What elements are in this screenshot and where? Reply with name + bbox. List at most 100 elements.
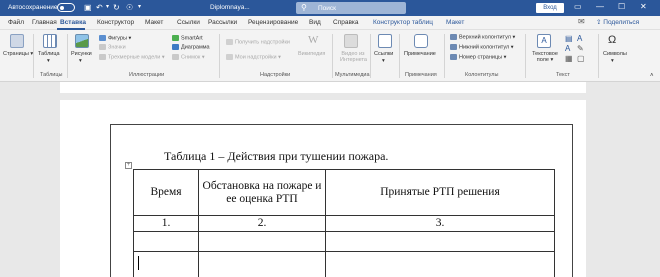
table-move-handle-icon[interactable]: +	[125, 162, 132, 169]
search-box[interactable]: ⚲ Поиск	[296, 2, 406, 14]
wikipedia-button[interactable]: Википедия	[298, 51, 325, 57]
smartart-button[interactable]: SmartArt	[172, 35, 203, 41]
shapes-label: Фигуры	[108, 35, 127, 42]
signature-line-icon[interactable]: ✎	[577, 44, 584, 53]
tab-table-design[interactable]: Конструктор таблиц	[373, 19, 433, 26]
number-cell-1[interactable]: 1.	[133, 215, 199, 232]
table-dropdown-icon[interactable]: ▾	[47, 58, 50, 64]
share-button[interactable]: ⇪ Поделиться	[596, 18, 639, 26]
undo-icon[interactable]: ↶	[96, 2, 103, 13]
tab-home[interactable]: Главная	[32, 19, 57, 26]
wordart-icon[interactable]: A	[577, 34, 582, 43]
chart-button[interactable]: Диаграмма	[172, 44, 210, 50]
object-icon[interactable]: ▢	[577, 54, 585, 63]
online-video-button[interactable]: Видео из Интернета	[340, 51, 367, 63]
table-button[interactable]: Таблица	[38, 51, 60, 57]
page-number-button[interactable]: Номер страницы ▾	[450, 54, 506, 60]
links-icon	[378, 34, 392, 48]
maximize-icon[interactable]: ☐	[618, 2, 625, 11]
header-cell-situation[interactable]: Обстановка на пожаре и ее оценка РТП	[198, 169, 326, 216]
3d-models-button[interactable]: Трехмерные модели ▾	[99, 54, 165, 60]
icons-button[interactable]: Значки	[99, 44, 126, 50]
symbols-dropdown-icon[interactable]: ▾	[611, 58, 614, 64]
smartart-icon	[172, 35, 179, 41]
header-cell-time[interactable]: Время	[133, 169, 199, 216]
pictures-dropdown-icon[interactable]: ▾	[79, 58, 82, 64]
tab-layout[interactable]: Макет	[145, 19, 163, 26]
textbox-label: Текстовое поле	[532, 51, 558, 63]
footer-button[interactable]: Нижний колонтитул ▾	[450, 44, 514, 50]
minimize-icon[interactable]: —	[596, 2, 604, 11]
wikipedia-label: Википедия	[298, 51, 326, 57]
customize-qat-icon[interactable]: ▾	[138, 2, 141, 13]
tab-mailings[interactable]: Рассылки	[208, 19, 237, 26]
number-cell-2[interactable]: 2.	[198, 215, 326, 232]
separator	[332, 34, 333, 78]
header-cell-decisions[interactable]: Принятые РТП решения	[325, 169, 555, 216]
textbox-button[interactable]: Текстовое поле ▾	[530, 51, 560, 63]
header-label: Верхний колонтитул	[459, 34, 511, 41]
number-cell-3[interactable]: 3.	[325, 215, 555, 232]
tab-insert[interactable]: Вставка	[60, 19, 86, 26]
footer-icon	[450, 44, 457, 50]
pictures-button[interactable]: Рисунки	[71, 51, 92, 57]
table-cell[interactable]	[133, 251, 199, 277]
separator	[399, 34, 400, 78]
tab-review[interactable]: Рецензирование	[248, 19, 298, 26]
table-cell[interactable]	[198, 231, 326, 252]
links-button[interactable]: Ссылки	[374, 51, 393, 57]
header-button[interactable]: Верхний колонтитул ▾	[450, 34, 515, 40]
table-caption[interactable]: Таблица 1 – Действия при тушении пожара.	[164, 149, 388, 164]
tab-design[interactable]: Конструктор	[97, 19, 134, 26]
redo-icon[interactable]: ↻	[113, 2, 120, 13]
symbols-button[interactable]: Символы	[603, 51, 627, 57]
quickparts-icon[interactable]: ▤	[565, 34, 573, 43]
tab-help[interactable]: Справка	[333, 19, 359, 26]
ribbon-display-icon[interactable]: ▭	[574, 2, 582, 11]
ribbon: Страницы ▾ Таблица ▾ Таблицы Рисунки ▾ Ф…	[0, 30, 660, 82]
table-icon	[43, 34, 57, 48]
date-time-icon[interactable]: ▦	[565, 54, 573, 63]
save-icon[interactable]: ▣	[84, 2, 92, 13]
title-bar: Автосохранение ▣ ↶ ▾ ↻ ☉ ▾ Diplomnaya...…	[0, 0, 660, 16]
autosave-toggle[interactable]	[57, 3, 75, 12]
tab-table-layout[interactable]: Макет	[446, 19, 464, 26]
chart-icon	[172, 44, 179, 50]
addins-icon	[226, 54, 233, 60]
undo-dropdown-icon[interactable]: ▾	[106, 2, 109, 13]
pages-button[interactable]: Страницы ▾	[3, 51, 33, 57]
dropcap-icon[interactable]: A	[565, 44, 570, 53]
tab-view[interactable]: Вид	[309, 19, 321, 26]
tab-file[interactable]: Файл	[8, 19, 24, 26]
wikipedia-icon: W	[308, 34, 319, 46]
signin-button[interactable]: Вход	[536, 3, 564, 13]
links-dropdown-icon[interactable]: ▾	[382, 58, 385, 64]
table-header-row: Время Обстановка на пожаре и ее оценка Р…	[133, 169, 555, 216]
chart-label: Диаграмма	[181, 44, 210, 51]
document-table[interactable]: Время Обстановка на пожаре и ее оценка Р…	[133, 169, 555, 277]
shapes-button[interactable]: Фигуры ▾	[99, 35, 131, 41]
table-cell[interactable]	[198, 251, 326, 277]
my-addins-button[interactable]: Мои надстройки ▾	[226, 54, 281, 60]
comments-icon[interactable]: ✉	[578, 17, 585, 26]
tab-references[interactable]: Ссылки	[177, 19, 200, 26]
group-header-footer: Колонтитулы	[465, 72, 499, 78]
touch-mode-icon[interactable]: ☉	[126, 2, 133, 13]
table-row	[133, 251, 555, 277]
previous-page-bottom	[60, 82, 586, 93]
footer-label: Нижний колонтитул	[459, 44, 510, 51]
separator	[444, 34, 445, 78]
close-icon[interactable]: ✕	[640, 2, 647, 11]
screenshot-button[interactable]: Снимок ▾	[172, 54, 205, 60]
document-name[interactable]: Diplomnaya...	[210, 4, 250, 11]
table-cell[interactable]	[133, 231, 199, 252]
icons-icon	[99, 44, 106, 50]
get-addins-button[interactable]: Получить надстройки	[226, 39, 290, 45]
table-cell[interactable]	[325, 251, 555, 277]
new-comment-button[interactable]: Примечание	[404, 51, 436, 57]
separator	[370, 34, 371, 78]
3d-models-label: Трехмерные модели	[108, 54, 161, 61]
pictures-icon	[75, 34, 89, 48]
table-cell[interactable]	[325, 231, 555, 252]
collapse-ribbon-icon[interactable]: ˄	[650, 73, 654, 79]
